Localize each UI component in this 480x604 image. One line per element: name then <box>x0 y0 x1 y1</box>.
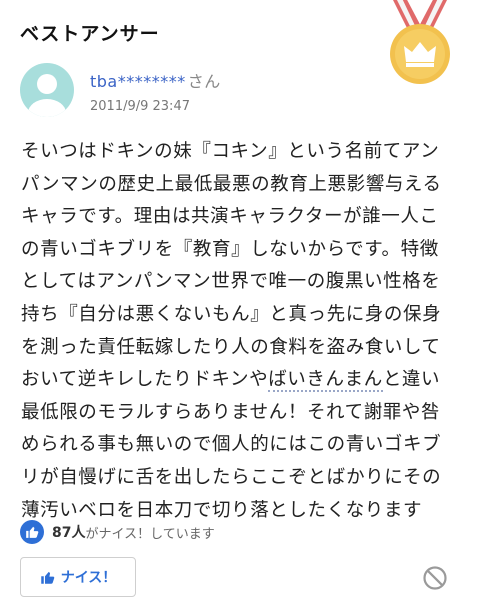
block-icon[interactable] <box>422 565 448 591</box>
nice-button-label: ナイス！ <box>60 570 117 586</box>
nice-count: 87人 がナイス！しています <box>20 520 215 544</box>
username-link[interactable]: tba******** さん <box>90 68 221 92</box>
default-user-icon <box>28 74 66 117</box>
nice-count-number: 87人 <box>52 525 86 541</box>
answer-line: の青いゴキブリを『教育』しないからです。特徴 <box>21 238 439 260</box>
thumbs-up-icon <box>40 571 54 584</box>
answer-text: おいて逆キレしたりドキンや <box>21 369 269 391</box>
answer-text: と違い <box>382 369 441 391</box>
thumbs-up-icon <box>20 520 44 544</box>
nice-button[interactable]: ナイス！ <box>20 557 136 597</box>
answer-line: パンマンの歴史上最低最悪の教育上悪影響与える <box>21 173 442 195</box>
answer-line: おいて逆キレしたりドキンやばいきんまんと違い <box>21 364 469 397</box>
username-suffix: さん <box>187 72 221 91</box>
username[interactable]: tba******** <box>90 72 186 91</box>
answer-line: められる事も無いので個人的にはこの青いゴキブ <box>21 434 442 456</box>
answer-line: を測った責任転嫁したり人の食料を盗み食いして <box>21 336 441 358</box>
answer-line: としてはアンパンマン世界で唯一の腹黒い性格を <box>21 271 441 293</box>
answer-line: キャラです。理由は共演キャラクターが誰一人こ <box>21 206 439 228</box>
answer-line: リが自慢げに舌を出したらここぞとばかりにその <box>21 466 442 488</box>
section-title: ベストアンサー <box>20 23 160 45</box>
answer-line: 最低限のモラルすらありません！それて謝罪や咎 <box>21 401 441 423</box>
answer-body: そいつはドキンの妹『コキン』という名前てアン パンマンの歴史上最低最悪の教育上悪… <box>21 136 469 527</box>
answer-line: そいつはドキンの妹『コキン』という名前てアン <box>21 141 440 162</box>
medal-crown-icon <box>390 0 450 84</box>
answer-date: 2011/9/9 23:47 <box>90 99 190 114</box>
avatar[interactable] <box>20 63 74 117</box>
nice-count-label: がナイス！しています <box>85 526 215 542</box>
answer-line: 持ち『自分は悪くないもん』と真っ先に身の保身 <box>21 303 442 325</box>
keyword-link[interactable]: ばいきんまん <box>268 369 383 393</box>
